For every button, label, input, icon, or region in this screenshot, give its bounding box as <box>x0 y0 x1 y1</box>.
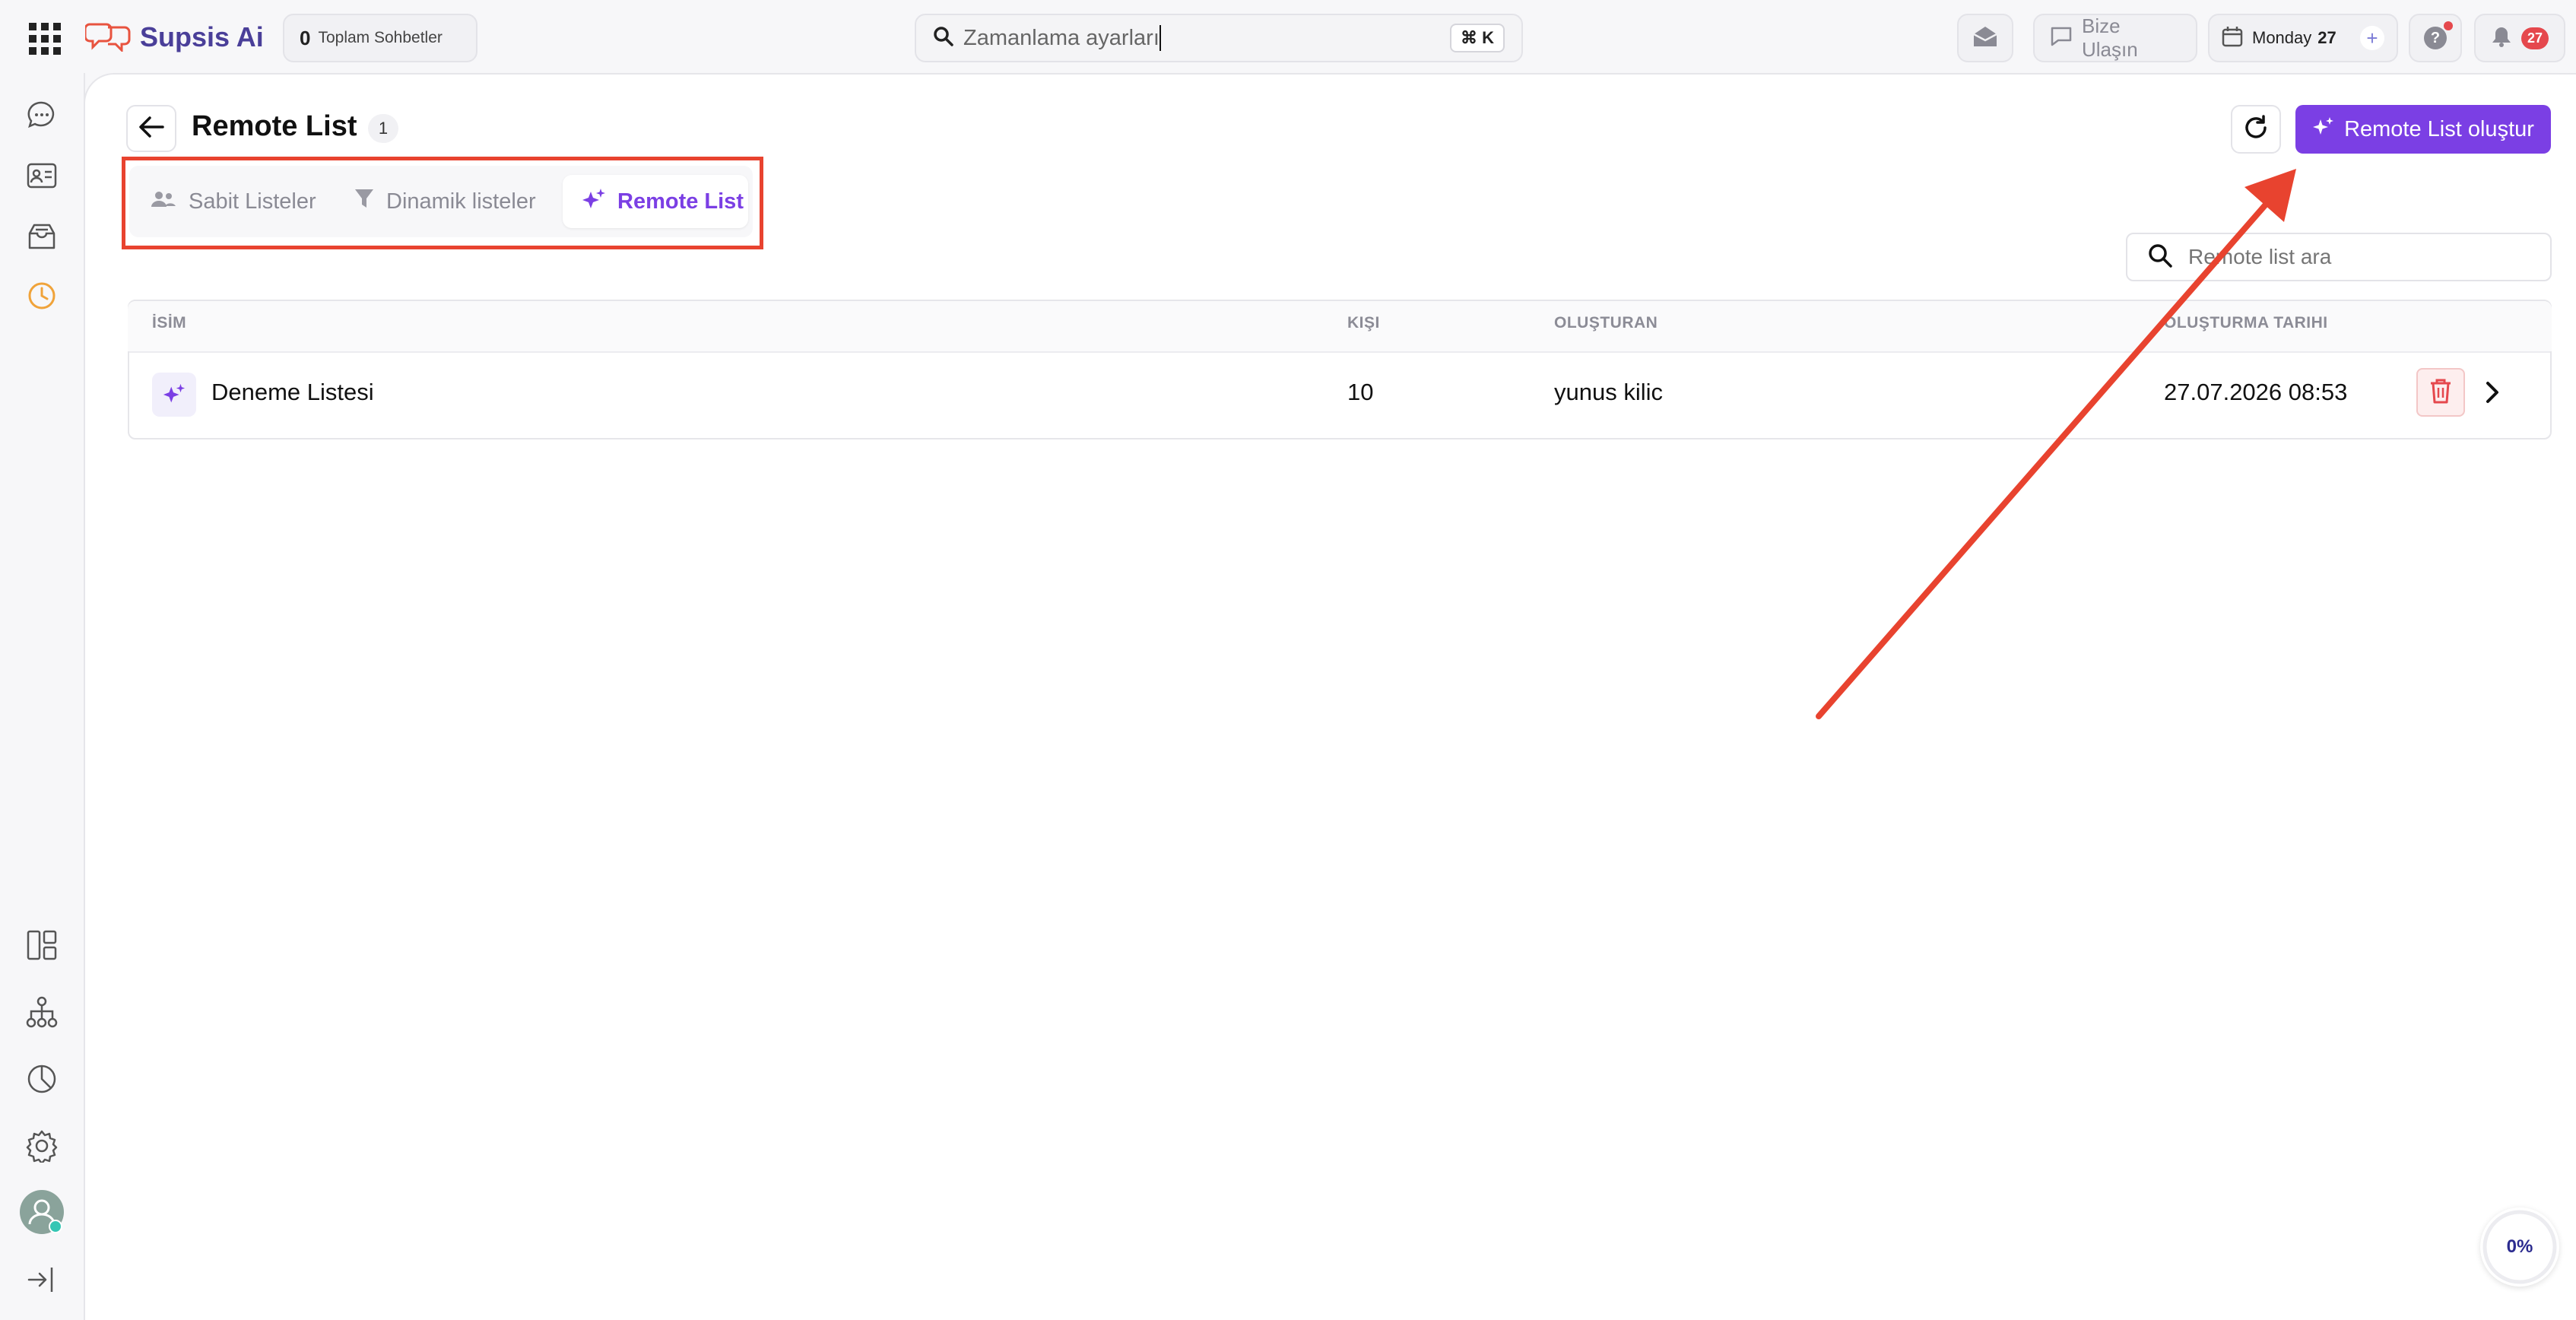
progress-indicator[interactable]: 0% <box>2480 1207 2559 1287</box>
annotation-arrow <box>1816 169 2296 719</box>
progress-label: 0% <box>2506 1236 2533 1257</box>
